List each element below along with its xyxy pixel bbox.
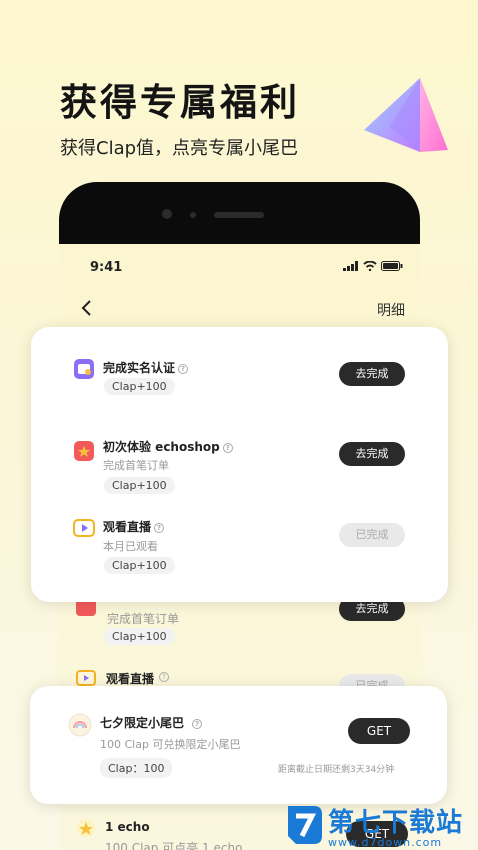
help-icon[interactable]: ? — [178, 363, 189, 374]
camera-icon — [162, 209, 172, 219]
task2-desc: 完成首笔订单 — [103, 459, 169, 472]
help-icon[interactable]: ? — [192, 718, 203, 729]
id-card-icon — [73, 358, 95, 384]
promo-headline: 获得专属福利 — [60, 81, 300, 124]
watermark-logo-icon — [288, 806, 322, 844]
task2-title: 初次体验 echoshop? — [103, 438, 233, 455]
back-button[interactable] — [80, 298, 92, 323]
task3-reward: Clap+100 — [104, 557, 175, 574]
signal-icon — [343, 261, 358, 271]
status-icons — [343, 261, 403, 271]
task3-title: 观看直播? — [103, 518, 165, 535]
speaker-grille — [214, 212, 264, 218]
reward-get-button[interactable]: GET — [348, 718, 410, 744]
reward-desc: 100 Clap 可兑换限定小尾巴 — [100, 738, 241, 751]
help-icon[interactable]: ? — [159, 672, 169, 682]
live-tv-icon — [73, 517, 95, 543]
wifi-icon — [363, 261, 377, 271]
watermark-name: 第七下载站 — [328, 808, 464, 838]
task1-button[interactable]: 去完成 — [339, 362, 405, 386]
task2-button[interactable]: 去完成 — [339, 442, 405, 466]
watermark-url: www.d7down.com — [328, 836, 443, 849]
promo-subline: 获得Clap值，点亮专属小尾巴 — [60, 138, 299, 159]
prism-icon — [364, 78, 448, 152]
help-icon[interactable]: ? — [222, 442, 233, 453]
bg-item1-desc: 完成首笔订单 — [107, 612, 180, 626]
status-time: 9:41 — [90, 260, 123, 275]
reward-title: 七夕限定小尾巴? — [100, 714, 203, 731]
reward-price: Clap：100 — [100, 758, 173, 778]
chevron-left-icon — [81, 300, 91, 316]
star-badge-icon — [76, 818, 96, 842]
gift-icon — [73, 438, 95, 466]
task1-title: 完成实名认证? — [103, 359, 189, 376]
bg-item2-title: 观看直播 — [106, 672, 155, 686]
battery-icon — [381, 261, 403, 271]
rainbow-badge-icon — [68, 713, 92, 741]
sensor-icon — [190, 212, 196, 218]
task2-reward: Clap+100 — [104, 477, 175, 494]
help-icon[interactable]: ? — [154, 522, 165, 533]
detail-link[interactable]: 明细 — [377, 300, 405, 320]
bg-item3-title: 1 echo — [105, 820, 150, 834]
bg-item1-reward: Clap+100 — [104, 628, 175, 645]
task1-reward: Clap+100 — [104, 378, 175, 395]
task3-button: 已完成 — [339, 523, 405, 547]
task3-desc: 本月已观看 — [103, 540, 158, 553]
bg-item3-desc: 100 Clap 可点亮 1 echo — [105, 841, 243, 850]
reward-deadline: 距离截止日期还剩3天34分钟 — [278, 765, 395, 775]
